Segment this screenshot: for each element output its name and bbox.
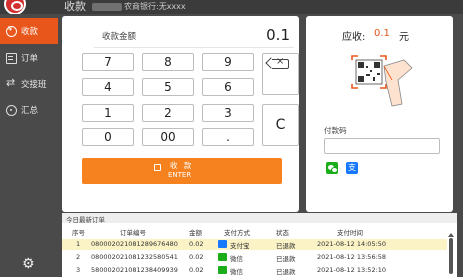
row-number: 1 [76,240,81,248]
order-amount: 0.02 [189,266,204,274]
barcode-scanner-icon [351,55,413,107]
sidebar-item-label: 订单 [21,54,39,64]
title-bar: 收款 农商银行:无xxxx [0,0,463,15]
backspace-button[interactable] [262,53,299,95]
row-number: 2 [76,253,81,261]
bank-label: 农商银行:无xxxx [124,2,186,11]
backspace-icon [272,56,289,69]
payment-code-label: 付款码 [324,126,347,135]
payment-method: 支付宝 [230,242,250,250]
order-id: 580002021081238409939 [91,266,178,274]
scroll-up-arrow[interactable] [448,233,454,237]
window-title: 收款 [64,0,86,13]
payment-code-input[interactable] [324,138,440,154]
shift-handover-icon [6,76,17,90]
order-amount: 0.02 [189,240,204,248]
column-header: 支付时间 [337,229,363,237]
column-header: 订单编号 [120,229,146,237]
payment-code-panel: 应收: 0.1 元 付款码 支 [306,16,453,212]
key-6[interactable]: 6 [202,78,254,96]
sidebar-item-summary[interactable]: 汇总 [0,97,58,123]
key-decimal[interactable]: . [202,128,254,146]
row-number: 3 [76,266,81,274]
amount-due-label: 应收: [342,32,366,43]
key-2[interactable]: 2 [142,104,194,122]
column-header: 金额 [189,229,202,237]
key-7[interactable]: 7 [82,53,134,71]
app-logo [4,0,26,15]
payment-time: 2021-08-12 13:52:10 [317,266,387,274]
order-amount: 0.02 [189,253,204,261]
order-status: 已退款 [276,242,296,250]
pay-button-label: 收 款 [170,161,194,170]
key-3[interactable]: 3 [202,104,254,122]
orders-title: 今日最新订单 [66,216,105,224]
collect-payment-button[interactable]: 收 款 ENTER [82,158,282,184]
key-00[interactable]: 00 [142,128,194,146]
sidebar: 收款 订单 交接班 汇总 [0,14,58,277]
pay-button-shortcut: ENTER [168,171,192,179]
sidebar-item-label: 收款 [21,27,39,37]
amount-due-value: 0.1 [374,28,390,39]
gear-icon[interactable]: ⚙ [22,256,35,272]
column-header: 序号 [72,229,85,237]
order-status: 已退款 [276,255,296,263]
key-1[interactable]: 1 [82,104,134,122]
order-id: 080002021081289676480 [91,240,178,248]
key-0[interactable]: 0 [82,128,134,146]
key-8[interactable]: 8 [142,53,194,71]
payment-method: 微信 [230,255,243,263]
table-header: 序号 订单编号 金额 支付方式 状态 支付时间 [62,225,447,237]
scan-icon [154,164,161,171]
orders-scrollbar[interactable] [449,238,453,274]
sidebar-item-shift[interactable]: 交接班 [0,71,58,97]
wechat-pay-icon [218,266,227,274]
wechat-pay-icon [218,253,227,261]
today-orders-panel: 今日最新订单 序号 订单编号 金额 支付方式 状态 支付时间 1 0800020… [62,213,457,277]
amount-display: 收款金额 0.1 [94,26,294,48]
alipay-icon [218,240,227,248]
column-header: 支付方式 [224,229,250,237]
amount-due-unit: 元 [399,32,409,43]
sidebar-item-collect[interactable]: 收款 [0,18,58,44]
table-row[interactable]: 3 580002021081238409939 0.02 微信 已退款 2021… [62,265,447,276]
sidebar-item-label: 汇总 [21,106,39,116]
order-icon [6,52,17,64]
orders-header: 今日最新订单 [62,213,457,224]
sidebar-item-orders[interactable]: 订单 [0,45,58,71]
column-header: 状态 [276,229,289,237]
order-status: 已退款 [276,268,296,276]
table-row[interactable]: 1 080002021081289676480 0.02 支付宝 已退款 202… [62,239,447,250]
order-id: 080002021081232580541 [91,253,178,261]
keypad-panel: 收款金额 0.1 7 8 9 4 5 6 1 2 3 0 00 . C 收 款 … [62,16,299,212]
key-9[interactable]: 9 [202,53,254,71]
table-row[interactable]: 2 080002021081232580541 0.02 微信 已退款 2021… [62,252,447,263]
key-4[interactable]: 4 [82,78,134,96]
payment-method: 微信 [230,268,243,276]
clear-button[interactable]: C [262,104,299,146]
cash-register-icon [6,25,17,37]
sidebar-item-label: 交接班 [21,80,47,90]
summary-icon [6,104,17,116]
amount-label: 收款金额 [102,32,137,42]
key-5[interactable]: 5 [142,78,194,96]
wechat-pay-icon [326,162,338,174]
payment-time: 2021-08-12 14:05:50 [317,240,387,248]
amount-value: 0.1 [266,26,290,44]
alipay-icon: 支 [346,162,358,174]
payment-time: 2021-08-12 13:56:58 [317,253,387,261]
redacted-bank-name [92,3,122,11]
